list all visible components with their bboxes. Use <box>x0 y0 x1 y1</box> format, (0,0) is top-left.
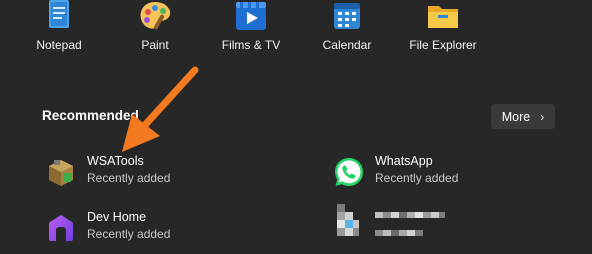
recommended-item-subtitle: Recently added <box>375 171 459 185</box>
pinned-app-films-tv[interactable]: Films & TV <box>201 0 301 60</box>
chevron-right-icon: › <box>540 109 545 124</box>
pinned-app-label: Calendar <box>322 38 372 52</box>
recommended-item-name: WhatsApp <box>375 154 433 168</box>
pinned-app-file-explorer[interactable]: File Explorer <box>393 0 493 60</box>
recommended-heading: Recommended <box>42 108 139 123</box>
pinned-app-label: Notepad <box>36 38 82 52</box>
more-button-label: More <box>501 109 531 124</box>
recommended-item-blurred[interactable] <box>333 204 573 246</box>
dev-home-icon <box>49 215 73 241</box>
paint-palette-icon <box>140 2 171 30</box>
recommended-item-name: Dev Home <box>87 210 147 224</box>
pinned-app-label: Paint <box>141 38 169 52</box>
recommended-item-dev-home[interactable]: Dev Home Recently added <box>45 210 285 250</box>
folder-icon <box>428 6 458 28</box>
recommended-item-subtitle: Recently added <box>87 171 171 185</box>
pinned-apps-row: Notepad Paint Films & TV Calendar File E… <box>0 0 592 60</box>
wsatools-box-icon <box>49 160 73 186</box>
pinned-app-label: File Explorer <box>409 38 477 52</box>
recommended-item-whatsapp[interactable]: WhatsApp Recently added <box>333 154 573 194</box>
more-button[interactable]: More › <box>491 104 555 129</box>
recommended-item-wsatools[interactable]: WSATools Recently added <box>45 154 285 194</box>
calendar-icon <box>334 3 360 29</box>
recommended-item-subtitle: Recently added <box>87 227 171 241</box>
notepad-icon <box>49 0 69 28</box>
whatsapp-icon <box>335 158 363 186</box>
pinned-app-calendar[interactable]: Calendar <box>297 0 397 60</box>
pinned-app-notepad[interactable]: Notepad <box>9 0 109 60</box>
pinned-app-label: Films & TV <box>221 38 281 52</box>
recommended-item-name: WSATools <box>87 154 144 168</box>
blurred-text-block <box>375 212 445 236</box>
films-tv-icon <box>236 2 266 30</box>
pinned-app-paint[interactable]: Paint <box>105 0 205 60</box>
blurred-app-icon <box>337 204 359 236</box>
